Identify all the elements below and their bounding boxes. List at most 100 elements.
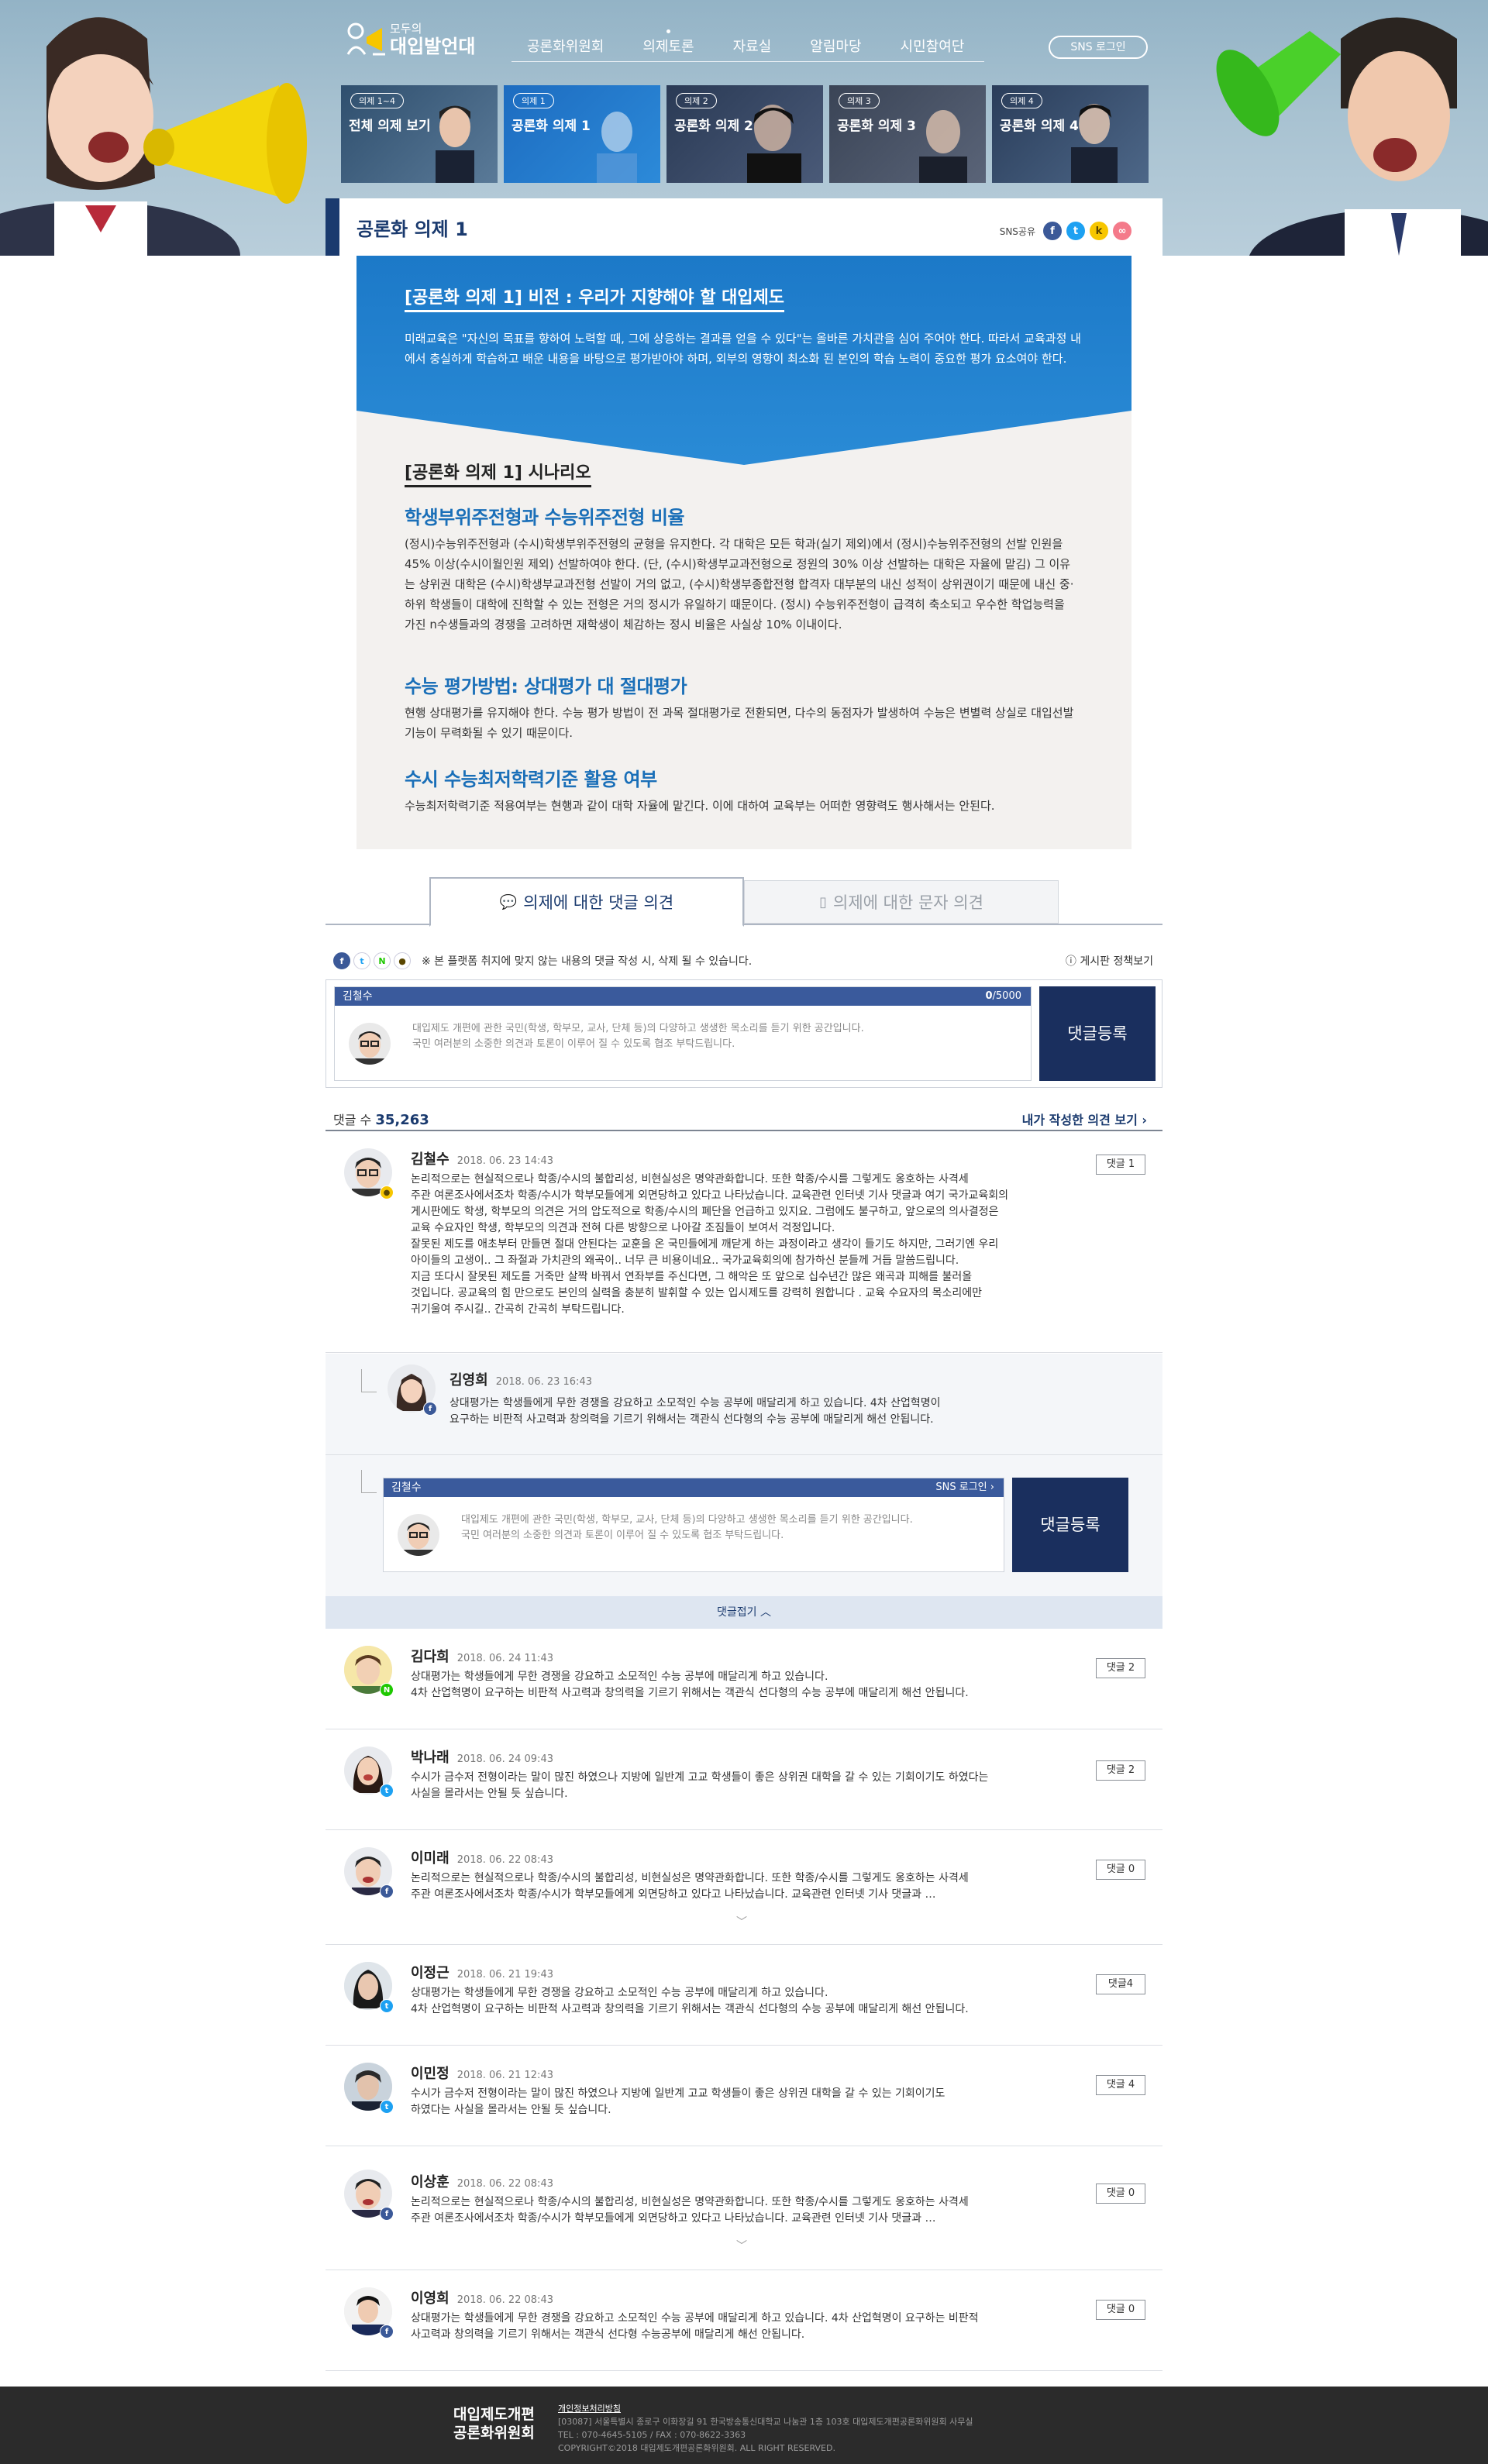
reply-textarea[interactable]: 대입제도 개편에 관한 국민(학생, 학부모, 교사, 단체 등)의 다양하고 … [384,1497,1004,1571]
reply-submit-button[interactable]: 댓글등록 [1012,1478,1128,1572]
sns-login-label: SNS 로그인 [935,1481,987,1493]
expand-chevron-icon[interactable]: ﹀ [736,2238,747,2253]
scenario-heading: 학생부위주전형과 수능위주전형 비율 [405,507,685,528]
twitter-share-icon[interactable]: t [1066,222,1085,240]
char-counter: 0/5000 [985,987,1021,1006]
comment-submit-button[interactable]: 댓글등록 [1039,986,1156,1081]
agenda-tab-3[interactable]: 의제 3 공론화 의제 3 [829,85,986,183]
nav-committee[interactable]: 공론화위원회 [512,34,623,60]
reply-indent-icon [361,1470,377,1493]
nav-notice[interactable]: 알림마당 [790,34,880,60]
footer-address: [03087] 서울특별시 종로구 이화장길 91 한국방송통신대학교 나눔관 … [558,2417,973,2427]
comment-date: 2018. 06. 21 12:43 [456,2070,553,2081]
reply-sns-login[interactable]: SNS 로그인 › [935,1478,994,1497]
comment-line: 지금 또다시 잘못된 제도를 거죽만 살짝 바꿔서 연좌부를 주신다면, 그 해… [411,1271,973,1283]
comment-author: 김철수 2018. 06. 23 14:43 [411,1148,553,1168]
opinion-tabs: 💬 의제에 대한 댓글 의견 ▯ 의제에 대한 문자 의견 [326,877,1162,927]
scenario-section-minimum: 수시 수능최저학력기준 활용 여부 수능최저학력기준 적용여부는 현행과 같이 … [405,764,1079,816]
student-photo-icon [747,105,801,183]
share-label: SNS공유 [999,225,1035,237]
nav-resources[interactable]: 자료실 [714,34,791,60]
scenario-heading: 수시 수능최저학력기준 활용 여부 [405,769,657,790]
reply-count-button[interactable]: 댓글 0 [1096,2300,1145,2320]
facebook-badge-icon: f [380,1884,394,1898]
comment-line: 사실을 몰라서는 안될 듯 싶습니다. [411,1788,568,1800]
agenda-tab-4[interactable]: 의제 4 공론화 의제 4 [992,85,1149,183]
facebook-share-icon[interactable]: f [1043,222,1062,240]
author-name: 이민정 [411,2066,450,2082]
logo-big-text: 대입발언대 [390,36,476,57]
info-icon: ⓘ [1065,955,1080,968]
comment-item: N 김다희 2018. 06. 24 11:43 상대평가는 학생들에게 무한 경… [326,1629,1162,1729]
scenario-text: 수능최저학력기준 적용여부는 현행과 같이 대학 자율에 맡긴다. 이에 대하여… [405,799,995,813]
reply-input-area[interactable]: 김철수 SNS 로그인 › 대입제도 개편에 관한 국민(학생, 학부모, 교사… [383,1478,1004,1572]
comment-item: ● 김철수 2018. 06. 23 14:43 논리적으로는 현실적으로나 학종… [326,1131,1162,1353]
naver-badge-icon: N [380,1683,394,1697]
agenda-tabs: 의제 1~4 전체 의제 보기 의제 1 공론화 의제 1 의제 2 공론화 의… [341,85,1149,183]
hero-header: 모두의 대입발언대 공론화위원회 의제토론 자료실 알림마당 시민참여단 SNS… [0,0,1488,256]
comment-author: 이영희 2018. 06. 22 08:43 [411,2287,553,2307]
site-logo[interactable]: 모두의 대입발언대 [345,17,492,62]
agenda-tag: 의제 2 [676,93,717,108]
reply-count-button[interactable]: 댓글 1 [1096,1155,1145,1175]
scenario-heading: 수능 평가방법: 상대평가 대 절대평가 [405,676,687,697]
reply-count-button[interactable]: 댓글 2 [1096,1760,1145,1781]
agenda-tab-all[interactable]: 의제 1~4 전체 의제 보기 [341,85,498,183]
kakao-share-icon[interactable]: k [1090,222,1108,240]
footer-logo-line: 대입제도개편 [453,2406,535,2423]
sns-login-button[interactable]: SNS 로그인 [1049,36,1148,59]
reply-count-button[interactable]: 댓글 2 [1096,1658,1145,1678]
speech-bubble-icon: 💬 [499,893,518,910]
tab-sms-opinion[interactable]: ▯ 의제에 대한 문자 의견 [744,880,1059,924]
agenda-tab-1[interactable]: 의제 1 공론화 의제 1 [504,85,660,183]
author-name: 박나래 [411,1750,450,1766]
author-name: 이미래 [411,1850,450,1867]
scenario-title: [공론화 의제 1] 시나리오 [405,459,591,487]
reply-count-button[interactable]: 댓글 0 [1096,1860,1145,1880]
twitter-login-icon[interactable]: t [353,952,370,969]
agenda-name: 공론화 의제 4 [1000,119,1079,134]
vision-title: [공론화 의제 1] 비전 : 우리가 지향해야 할 대입제도 [405,284,785,312]
reply-count-button[interactable]: 댓글4 [1096,1974,1145,1994]
link-share-icon[interactable]: ∞ [1113,222,1132,240]
comment-line: 수시가 금수저 전형이라는 말이 많진 하였으나 지방에 일반계 고교 학생들이… [411,1771,989,1784]
naver-login-icon[interactable]: N [374,952,391,969]
reply-count-button[interactable]: 댓글 0 [1096,2184,1145,2204]
comment-line: 게시판에도 학생, 학부모의 의견은 거의 압도적으로 학종/수시의 폐단을 언… [411,1206,999,1218]
agenda-tag: 의제 3 [839,93,880,108]
comment-body: 논리적으로는 현실적으로나 학종/수시의 불합리성, 비현실성은 명약관화합니다… [411,2194,1054,2227]
author-name: 이영희 [411,2290,450,2307]
char-count-max: /5000 [992,990,1021,1002]
collapse-replies-button[interactable]: 댓글접기 ︿ [326,1596,1162,1629]
nav-citizen-panel[interactable]: 시민참여단 [881,34,984,60]
comment-author: 김다희 2018. 06. 24 11:43 [411,1646,553,1666]
agenda-name: 공론화 의제 2 [674,119,753,134]
kakao-login-icon[interactable]: ● [394,952,411,969]
tab-comment-opinion[interactable]: 💬 의제에 대한 댓글 의견 [429,877,744,927]
privacy-policy-link[interactable]: 개인정보처리방침 [558,2402,973,2415]
placeholder-line: 대입제도 개편에 관한 국민(학생, 학부모, 교사, 단체 등)의 다양하고 … [461,1514,913,1526]
comment-textarea[interactable]: 대입제도 개편에 관한 국민(학생, 학부모, 교사, 단체 등)의 다양하고 … [335,1006,1031,1080]
page-title: 공론화 의제 1 [356,219,468,240]
comment-line: 사고력과 창의력을 기르기 위해서는 객관식 선다형 수능공부에 매달리게 해선… [411,2328,805,2341]
comment-line: 4차 산업혁명이 요구하는 비판적 사고력과 창의력을 기르기 위해서는 객관식… [411,2003,969,2015]
policy-link[interactable]: ⓘ 게시판 정책보기 [1066,953,1153,969]
comment-author: 이상훈 2018. 06. 22 08:43 [411,2171,553,2191]
nav-agenda-debate[interactable]: 의제토론 [623,29,713,60]
student-photo-icon [919,110,967,183]
comment-item: f 이상훈 2018. 06. 22 08:43 논리적으로는 현실적으로나 학종… [326,2146,1162,2270]
reply-area: f 김영희 2018. 06. 23 16:43 상대평가는 학생들에게 무한 경… [326,1354,1162,1596]
writer-name: 김철수 [343,990,373,1003]
facebook-login-icon[interactable]: f [333,952,350,969]
reply-count-button[interactable]: 댓글 4 [1096,2075,1145,2095]
agenda-tab-2[interactable]: 의제 2 공론화 의제 2 [666,85,823,183]
placeholder-line: 대입제도 개편에 관한 국민(학생, 학부모, 교사, 단체 등)의 다양하고 … [412,1023,864,1034]
agenda-name: 전체 의제 보기 [349,119,431,134]
my-opinions-link[interactable]: 내가 작성한 의견 보기 › [1022,1110,1147,1128]
comment-item: f 이미래 2018. 06. 22 08:43 논리적으로는 현실적으로나 학종… [326,1830,1162,1945]
comment-date: 2018. 06. 22 08:43 [456,2178,553,2190]
comment-input-area[interactable]: 김철수 0/5000 대입제도 개편에 관한 국민(학생, 학부모, 교사, 단… [334,986,1032,1081]
author-name: 김철수 [411,1151,450,1168]
comment-line: 4차 산업혁명이 요구하는 비판적 사고력과 창의력을 기르기 위해서는 객관식… [411,1687,969,1699]
expand-chevron-icon[interactable]: ﹀ [736,1914,747,1929]
